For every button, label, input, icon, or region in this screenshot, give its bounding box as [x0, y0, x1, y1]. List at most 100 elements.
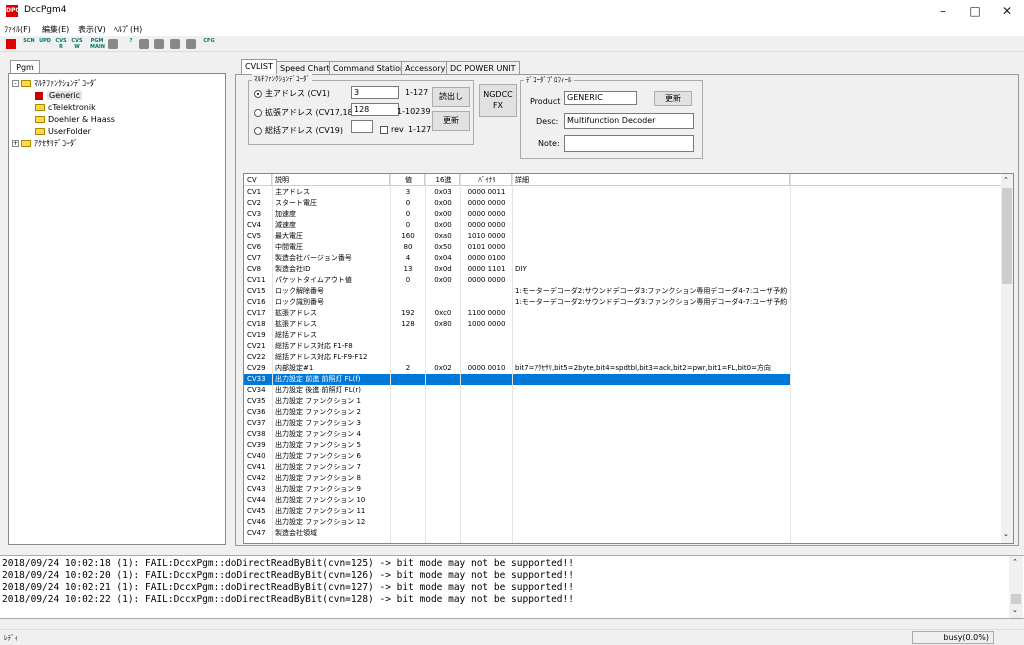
log-scrollbar[interactable]: ⌃ ⌄: [1009, 556, 1023, 618]
table-row[interactable]: CV43 出力設定 ファンクション 9: [244, 484, 1002, 495]
radio-extended-address[interactable]: 拡張アドレス (CV17,18): [254, 107, 356, 118]
table-row[interactable]: CV42 出力設定 ファンクション 8: [244, 473, 1002, 484]
scroll-down-icon[interactable]: ⌄: [1003, 530, 1009, 538]
maximize-button[interactable]: □: [958, 0, 992, 22]
table-row[interactable]: CV22 総括アドレス対応 FL-F9-F12: [244, 352, 1002, 363]
close-button[interactable]: ✕: [990, 0, 1024, 22]
save-icon[interactable]: [170, 39, 180, 49]
tree-node[interactable]: Doehler & Haass: [35, 114, 115, 126]
log-panel[interactable]: 2018/09/24 10:02:18 (1): FAIL:DccxPgm::d…: [0, 555, 1024, 619]
table-row[interactable]: CV8 製造会社ID 13 0x0d 0000 1101 DIY: [244, 264, 1002, 275]
table-row[interactable]: CV35 出力設定 ファンクション 1: [244, 396, 1002, 407]
table-row[interactable]: CV44 出力設定 ファンクション 10: [244, 495, 1002, 506]
desc-input[interactable]: Multifunction Decoder: [564, 113, 694, 129]
table-row[interactable]: CV39 出力設定 ファンクション 5: [244, 440, 1002, 451]
table-row[interactable]: CV15 ロック解除番号 1:モーターデコーダ2:サウンドデコーダ3:ファンクション…: [244, 286, 1002, 297]
table-row[interactable]: CV47 製造会社領域: [244, 528, 1002, 539]
note-input[interactable]: [564, 135, 694, 152]
cv-grid[interactable]: CV 説明値 16進 ﾊﾞｲﾅﾘ 詳細 CV1 主アドレス 3 0x03 0000 0011 CV…: [243, 173, 1014, 544]
table-row[interactable]: CV40 出力設定 ファンクション 6: [244, 451, 1002, 462]
ngdcc-fx-button[interactable]: NGDCC FX: [479, 84, 517, 117]
scroll-down-icon[interactable]: ⌄: [1012, 606, 1018, 614]
table-cell: 0x50: [434, 243, 452, 251]
tree-node[interactable]: UserFolder: [35, 126, 91, 138]
table-row[interactable]: CV41 出力設定 ファンクション 7: [244, 462, 1002, 473]
radio-consist-address[interactable]: 総括アドレス (CV19): [254, 125, 343, 136]
expand-icon[interactable]: -: [12, 80, 19, 87]
table-row[interactable]: CV1 主アドレス 3 0x03 0000 0011: [244, 187, 1002, 198]
column-header[interactable]: ﾊﾞｲﾅﾘ: [460, 174, 512, 186]
menu-view[interactable]: 表示(V): [78, 24, 106, 35]
table-row[interactable]: CV46 出力設定 ファンクション 12: [244, 517, 1002, 528]
table-row[interactable]: CV45 出力設定 ファンクション 11: [244, 506, 1002, 517]
copy-icon[interactable]: [139, 39, 149, 49]
table-row[interactable]: CV29 内部設定#1 2 0x02 0000 0010 bit7=ｱｸｾｻﾘ,bit5=…: [244, 363, 1002, 374]
table-row[interactable]: CV3 加速度 0 0x00 0000 0000: [244, 209, 1002, 220]
cvs-r-icon[interactable]: CVS R: [54, 38, 68, 50]
rev-checkbox[interactable]: rev: [380, 125, 404, 134]
extended-address-input[interactable]: 128: [351, 103, 399, 116]
table-row[interactable]: CV36 出力設定 ファンクション 2: [244, 407, 1002, 418]
table-row[interactable]: CV4 減速度 0 0x00 0000 0000: [244, 220, 1002, 231]
table-row[interactable]: CV34 出力設定 後進 前照灯 FL(r): [244, 385, 1002, 396]
paste-icon[interactable]: [154, 39, 164, 49]
table-row[interactable]: CV7 製造会社バージョン番号 4 0x04 0000 0100: [244, 253, 1002, 264]
upd-icon[interactable]: UPD: [38, 38, 52, 50]
cfg-icon[interactable]: CFG: [202, 38, 216, 50]
table-row[interactable]: CV11 パケットタイムアウト値 0 0x00 0000 0000: [244, 275, 1002, 286]
table-row[interactable]: CV6 中間電圧 80 0x50 0101 0000: [244, 242, 1002, 253]
decoder-tree[interactable]: - ﾏﾙﾁﾌｧﾝｸｼｮﾝﾃﾞｺｰﾀﾞ Generic cTelektronik Doeh…: [8, 73, 226, 545]
table-row[interactable]: CV37 出力設定 ファンクション 3: [244, 418, 1002, 429]
radio-primary-address[interactable]: 主アドレス (CV1): [254, 88, 330, 99]
tab-1[interactable]: Speed Chart: [276, 61, 334, 75]
primary-address-input[interactable]: 3: [351, 86, 399, 99]
menu-help[interactable]: ﾍﾙﾌﾟ(H): [114, 24, 142, 35]
consist-address-input[interactable]: [351, 120, 373, 133]
tab-2[interactable]: Command Station: [329, 61, 410, 75]
tree-node[interactable]: Generic: [35, 90, 83, 102]
grid-scrollbar[interactable]: ⌃ ⌄: [1001, 174, 1013, 543]
table-row[interactable]: CV5 最大電圧 160 0xa0 1010 0000: [244, 231, 1002, 242]
log-hscrollbar[interactable]: [0, 619, 1024, 629]
tab-0[interactable]: CVLIST: [241, 59, 277, 75]
table-row[interactable]: CV18 拡張アドレス 128 0x80 1000 0000: [244, 319, 1002, 330]
column-header[interactable]: 詳細: [512, 174, 790, 186]
tree-node[interactable]: cTelektronik: [35, 102, 96, 114]
column-header[interactable]: CV: [244, 174, 272, 186]
product-input[interactable]: GENERIC: [564, 91, 637, 105]
help-icon[interactable]: ?: [124, 38, 138, 50]
scroll-up-icon[interactable]: ⌃: [1003, 176, 1009, 184]
read-button[interactable]: 読出し: [432, 87, 470, 107]
column-header[interactable]: 16進: [425, 174, 460, 186]
minimize-button[interactable]: –: [926, 0, 960, 22]
expand-icon[interactable]: +: [12, 140, 19, 147]
tree-node[interactable]: - ﾏﾙﾁﾌｧﾝｸｼｮﾝﾃﾞｺｰﾀﾞ: [12, 78, 98, 90]
table-row[interactable]: CV17 拡張アドレス 192 0xc0 1100 0000: [244, 308, 1002, 319]
scroll-thumb[interactable]: [1011, 594, 1021, 604]
cvs-w-icon[interactable]: CVS W: [70, 38, 84, 50]
column-header[interactable]: 値: [390, 174, 425, 186]
pgm-main-icon[interactable]: PGM MAIN: [90, 38, 105, 50]
tab-pgm[interactable]: Pgm: [10, 60, 40, 74]
table-row[interactable]: CV16 ロック識別番号 1:モーターデコーダ2:サウンドデコーダ3:ファンクション…: [244, 297, 1002, 308]
table-cell: [515, 231, 787, 242]
menu-edit[interactable]: 編集(E): [42, 24, 69, 35]
table-row[interactable]: CV19 総括アドレス: [244, 330, 1002, 341]
scroll-up-icon[interactable]: ⌃: [1012, 558, 1018, 566]
table-row[interactable]: CV38 出力設定 ファンクション 4: [244, 429, 1002, 440]
scn-icon[interactable]: SCN: [22, 38, 36, 50]
print-icon[interactable]: [108, 39, 118, 49]
stop-icon[interactable]: [6, 39, 16, 49]
tab-3[interactable]: Accessory: [401, 61, 450, 75]
update-address-button[interactable]: 更新: [432, 111, 470, 131]
tree-node[interactable]: + ｱｸｾｻﾘﾃﾞｺｰﾀﾞ: [12, 138, 78, 150]
table-row[interactable]: CV2 スタート電圧 0 0x00 0000 0000: [244, 198, 1002, 209]
table-row[interactable]: CV21 総括アドレス対応 F1-F8: [244, 341, 1002, 352]
tab-4[interactable]: DC POWER UNIT: [446, 61, 520, 75]
column-header[interactable]: 説明: [272, 174, 390, 186]
update-profile-button[interactable]: 更新: [654, 91, 692, 106]
file-icon[interactable]: [186, 39, 196, 49]
table-row[interactable]: CV33 出力設定 前進 前照灯 FL(f): [244, 374, 790, 385]
scroll-thumb[interactable]: [1002, 188, 1012, 284]
menu-file[interactable]: ﾌｧｲﾙ(F): [4, 24, 31, 35]
